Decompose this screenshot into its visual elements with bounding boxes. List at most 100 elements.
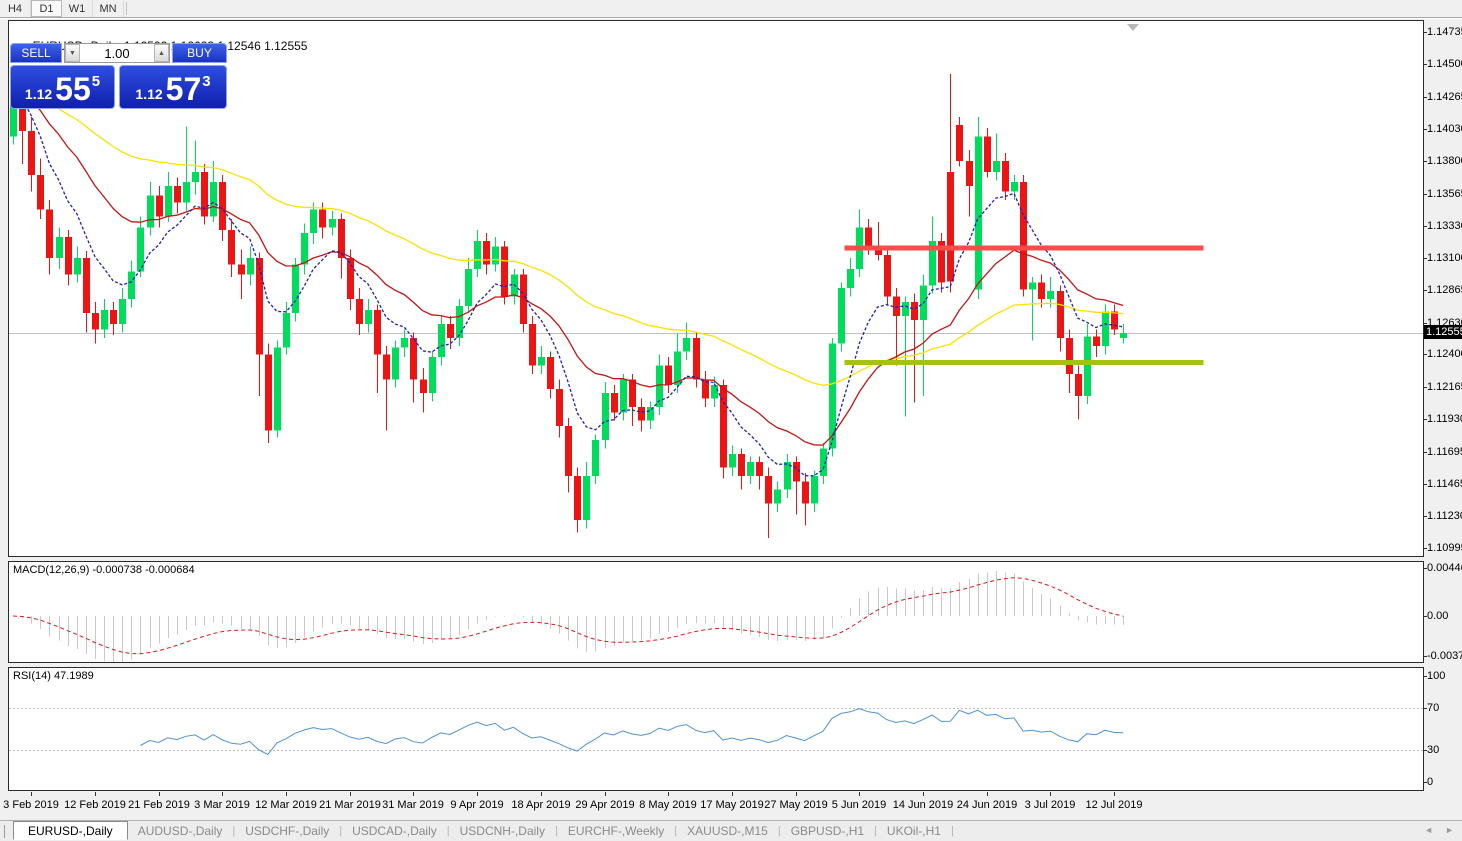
timeframe-toolbar: H4D1W1MN — [0, 0, 1462, 18]
price-axis-tick: 1.13330 — [1427, 220, 1462, 232]
tab-eurchf-weekly[interactable]: EURCHF-,Weekly — [558, 824, 674, 838]
tab-eurusd-daily[interactable]: EURUSD-,Daily — [13, 821, 128, 840]
price-axis[interactable]: 1.14735 1.14500 1.14265 1.14030 1.13800 1.135… — [1424, 20, 1462, 792]
tab-usdcad-daily[interactable]: USDCAD-,Daily — [342, 824, 447, 838]
date-tick-mark — [286, 792, 287, 796]
date-axis-label: 31 Mar 2019 — [382, 799, 444, 811]
sell-price-button[interactable]: 1.12 55 5 — [10, 65, 115, 109]
macd-canvas[interactable] — [9, 562, 1423, 662]
rsi-pane[interactable]: RSI(14) 47.1989 — [8, 667, 1424, 791]
price-axis-tick: 1.14265 — [1427, 91, 1462, 103]
toolbar-separator — [126, 2, 127, 15]
price-axis-tick: 1.11930 — [1427, 413, 1462, 425]
price-axis-tick: 1.14500 — [1427, 58, 1462, 70]
buy-button[interactable]: BUY — [172, 43, 227, 63]
macd-axis-tick: 0.004465 — [1427, 562, 1462, 574]
date-axis-label: 5 Jun 2019 — [832, 799, 886, 811]
date-axis-label: 12 Mar 2019 — [255, 799, 317, 811]
date-axis-label: 18 Apr 2019 — [511, 799, 570, 811]
price-axis-tick: 1.10995 — [1427, 542, 1462, 554]
macd-pane[interactable]: MACD(12,26,9) -0.000738 -0.000684 — [8, 561, 1424, 663]
buy-price-big: 57 — [166, 74, 202, 104]
date-axis-label: 27 May 2019 — [764, 799, 828, 811]
date-tick-mark — [987, 792, 988, 796]
date-axis-label: 12 Jul 2019 — [1086, 799, 1143, 811]
tabbar-divider — [4, 825, 5, 838]
tab-ukoil-h1[interactable]: UKOil-,H1 — [877, 824, 951, 838]
sell-price-big: 55 — [55, 74, 91, 104]
price-axis-tick: 1.11695 — [1427, 446, 1462, 458]
price-axis-tick: 1.13800 — [1427, 155, 1462, 167]
timeframe-button-h4[interactable]: H4 — [0, 0, 31, 17]
timeframe-button-w1[interactable]: W1 — [62, 0, 93, 17]
price-axis-tick: 1.14030 — [1427, 123, 1462, 135]
date-tick-mark — [95, 792, 96, 796]
macd-axis-tick: 0.00 — [1427, 610, 1448, 622]
date-tick-mark — [859, 792, 860, 796]
buy-price-small: 1.12 — [135, 86, 162, 102]
date-tick-mark — [159, 792, 160, 796]
macd-label: MACD(12,26,9) -0.000738 -0.000684 — [13, 564, 195, 576]
buy-price-pip: 3 — [202, 73, 210, 90]
date-axis-label: 17 May 2019 — [700, 799, 764, 811]
timeframe-button-mn[interactable]: MN — [93, 0, 124, 17]
price-axis-tick: 1.12865 — [1427, 284, 1462, 296]
tab-gbpusd-h1[interactable]: GBPUSD-,H1 — [781, 824, 874, 838]
price-axis-tick: 1.12165 — [1427, 381, 1462, 393]
date-tick-mark — [1114, 792, 1115, 796]
date-axis-label: 14 Jun 2019 — [893, 799, 954, 811]
sell-price-small: 1.12 — [25, 86, 52, 102]
tab-usdcnh-daily[interactable]: USDCNH-,Daily — [450, 824, 555, 838]
price-axis-tick: 1.14735 — [1427, 26, 1462, 38]
date-tick-mark — [413, 792, 414, 796]
price-axis-tick: 1.12400 — [1427, 348, 1462, 360]
date-axis[interactable]: 3 Feb 201912 Feb 201921 Feb 20193 Mar 20… — [8, 792, 1424, 818]
tab-usdchf-daily[interactable]: USDCHF-,Daily — [235, 824, 339, 838]
date-axis-label: 9 Apr 2019 — [450, 799, 503, 811]
tab-separator: | — [951, 825, 954, 837]
rsi-axis-tick: 70 — [1427, 702, 1439, 714]
rsi-canvas[interactable] — [9, 668, 1423, 790]
buy-price-button[interactable]: 1.12 57 3 — [119, 65, 227, 109]
rsi-label: RSI(14) 47.1989 — [13, 670, 94, 682]
price-axis-tick: 1.11465 — [1427, 478, 1462, 490]
date-tick-mark — [923, 792, 924, 796]
price-axis-tick: 1.13565 — [1427, 188, 1462, 200]
rsi-axis-tick: 30 — [1427, 744, 1439, 756]
date-tick-mark — [477, 792, 478, 796]
date-axis-label: 12 Feb 2019 — [64, 799, 126, 811]
date-tick-mark — [541, 792, 542, 796]
date-tick-mark — [222, 792, 223, 796]
timeframe-button-d1[interactable]: D1 — [31, 0, 62, 17]
date-axis-label: 3 Mar 2019 — [194, 799, 250, 811]
price-axis-tick: 1.13100 — [1427, 252, 1462, 264]
sell-button[interactable]: SELL — [10, 43, 62, 63]
tab-audusd-daily[interactable]: AUDUSD-,Daily — [128, 824, 233, 838]
volume-decrease-icon[interactable]: ▼ — [65, 44, 80, 62]
date-axis-label: 24 Jun 2019 — [957, 799, 1018, 811]
date-tick-mark — [31, 792, 32, 796]
rsi-axis-tick: 0 — [1427, 776, 1433, 788]
date-axis-label: 21 Feb 2019 — [128, 799, 190, 811]
rsi-axis-tick: 100 — [1427, 670, 1445, 682]
mt4-terminal: { "toolbar": { "timeframes": [ {"label":… — [0, 0, 1462, 841]
date-axis-label: 21 Mar 2019 — [319, 799, 381, 811]
macd-axis-tick: -0.003715 — [1427, 650, 1462, 662]
chart-shift-marker-icon[interactable] — [1127, 24, 1139, 31]
tab-scroll-left-icon[interactable]: ◄ — [1424, 825, 1433, 835]
current-price-badge: 1.12555 — [1424, 325, 1462, 339]
date-tick-mark — [732, 792, 733, 796]
one-click-trading-panel: SELL ▼ 1.00 ▲ BUY 1.12 55 5 1.12 57 3 — [10, 43, 227, 109]
volume-field[interactable]: 1.00 — [80, 44, 154, 62]
date-axis-label: 3 Jul 2019 — [1025, 799, 1076, 811]
sell-price-pip: 5 — [92, 73, 100, 90]
date-tick-mark — [668, 792, 669, 796]
tab-scroll-right-icon[interactable]: ► — [1445, 825, 1454, 835]
date-axis-label: 29 Apr 2019 — [575, 799, 634, 811]
date-tick-mark — [1050, 792, 1051, 796]
volume-increase-icon[interactable]: ▲ — [154, 44, 169, 62]
date-tick-mark — [605, 792, 606, 796]
tab-xauusd-m15[interactable]: XAUUSD-,M15 — [677, 824, 778, 838]
price-axis-tick: 1.11230 — [1427, 510, 1462, 522]
date-axis-label: 3 Feb 2019 — [3, 799, 59, 811]
